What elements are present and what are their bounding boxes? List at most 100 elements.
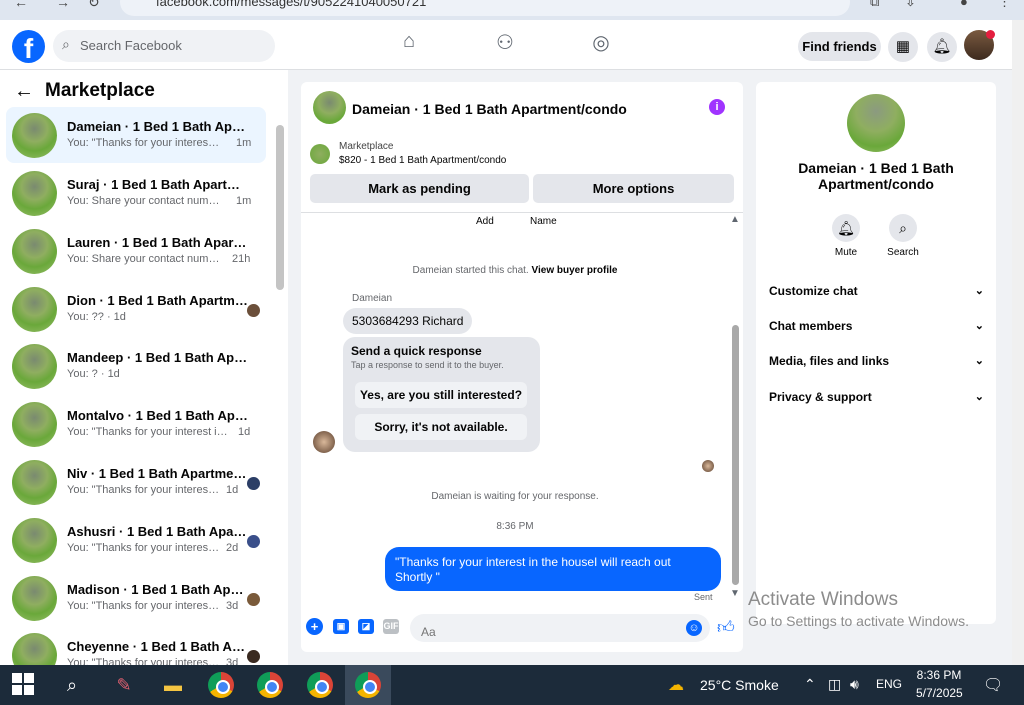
view-buyer-profile-link[interactable]: View buyer profile [532,265,618,276]
chat-name: Dion · 1 Bed 1 Bath Apartment/condo [67,293,249,308]
photo-icon[interactable]: ▣ [333,619,349,634]
weather-icon[interactable]: ☁ [668,675,684,695]
search-icon: ⌕ [62,36,70,52]
conversation-scrollbar[interactable] [732,325,739,585]
tray-chevron-up-icon[interactable]: ⌃ [804,676,816,693]
scroll-up-icon[interactable]: ▲ [730,214,740,225]
back-icon[interactable]: ← [14,0,28,10]
emoji-icon[interactable]: ☺ [686,620,702,636]
thumbs-up-icon[interactable]: 👍︎ [717,617,735,638]
page-scrollbar[interactable] [1012,20,1024,665]
chevron-down-icon: ⌄ [974,320,984,332]
waiting-notice: Dameian is waiting for your response. [431,491,599,502]
chat-time: 1m [236,195,252,207]
menu-grid-icon[interactable]: ▦ [888,32,918,62]
home-icon[interactable]: ⌂ [394,30,424,60]
profile-icon[interactable]: ● [960,0,968,9]
outgoing-message: "Thanks for your interest in the houseI … [385,547,721,591]
seen-avatar [247,477,260,490]
chat-list-item[interactable]: Mandeep · 1 Bed 1 Bath Apartment/condo Y… [6,338,266,394]
chat-list-item[interactable]: Suraj · 1 Bed 1 Bath Apartment/condo You… [6,165,266,221]
chat-list-scrollbar[interactable] [276,125,284,290]
clock-time[interactable]: 8:36 PM [916,668,962,682]
find-friends-button[interactable]: Find friends [798,32,881,61]
chrome-icon[interactable] [355,672,381,698]
privacy-support-row[interactable]: Privacy & support ⌄ [769,390,984,410]
message-timestamp: 8:36 PM [496,521,534,532]
listing-thumbnail [12,518,57,563]
mute-bell-icon[interactable]: 🔔︎ [832,214,860,242]
chrome-icon[interactable] [307,672,333,698]
facebook-logo-icon[interactable]: f [12,30,45,64]
customize-chat-row[interactable]: Customize chat ⌄ [769,284,984,304]
listing-thumbnail [12,287,57,332]
windows-taskbar [0,665,1024,705]
quick-reply-unavailable-button[interactable]: Sorry, it's not available. [355,414,527,440]
chat-name: Ashusri · 1 Bed 1 Bath Apartment/condo [67,524,249,539]
listing-photo[interactable] [847,94,905,152]
message-input[interactable] [410,614,710,642]
weather-text[interactable]: 25°C Smoke [700,677,779,693]
search-placeholder: Search Facebook [80,38,182,53]
file-explorer-icon[interactable]: ▬ [158,670,188,700]
quick-reply-interested-button[interactable]: Yes, are you still interested? [355,382,527,408]
clock-date[interactable]: 5/7/2025 [916,686,963,700]
more-options-button[interactable]: More options [533,174,734,203]
menu-icon[interactable]: ⋮ [998,0,1011,10]
chat-preview: You: Share your contact number ... [67,253,222,265]
back-arrow-icon[interactable]: ← [14,80,34,103]
chat-list-item[interactable]: Cheyenne · 1 Bed 1 Bath Apartment/condo … [6,627,266,665]
mark-pending-button[interactable]: Mark as pending [310,174,529,203]
chat-list-item[interactable]: Ashusri · 1 Bed 1 Bath Apartment/condo Y… [6,512,266,568]
chat-preview: You: ? · 1d [67,368,120,380]
address-bar[interactable]: facebook.com/messages/t/9052241040050721 [120,0,850,16]
chrome-icon[interactable] [208,672,234,698]
message-composer: + ▣ ◪ GIF ☺ 👍︎ [301,610,743,650]
listing-thumbnail [310,144,330,164]
conversation-panel: Dameian · 1 Bed 1 Bath Apartment/condo i… [301,82,743,652]
chat-name: Suraj · 1 Bed 1 Bath Apartment/condo [67,177,249,192]
sticker-icon[interactable]: ◪ [358,619,374,634]
extensions-icon[interactable]: ⧉ [870,0,879,10]
sender-avatar[interactable] [313,431,335,453]
listing-thumbnail [12,402,57,447]
scroll-down-icon[interactable]: ▼ [730,588,740,599]
add-icon[interactable]: + [306,618,323,635]
chat-list-item[interactable]: Dameian · 1 Bed 1 Bath Apartment/condo Y… [6,107,266,163]
info-icon[interactable]: i [709,99,725,115]
chrome-icon[interactable] [257,672,283,698]
meet-now-icon[interactable]: ◫ [828,676,841,693]
chat-list-item[interactable]: Lauren · 1 Bed 1 Bath Apartment/condo Yo… [6,223,266,279]
media-files-links-row[interactable]: Media, files and links ⌄ [769,354,984,374]
listing-price[interactable]: $820 - 1 Bed 1 Bath Apartment/condo [339,155,506,166]
started-text: Dameian started this chat. [412,265,529,276]
chat-preview: You: "Thanks for your interest in t... [67,137,222,149]
taskbar-search-icon[interactable]: ⌕ [57,670,87,700]
reload-icon[interactable]: ↻ [88,0,100,11]
chat-list-item[interactable]: Dion · 1 Bed 1 Bath Apartment/condo You:… [6,281,266,337]
friends-icon[interactable]: ⚇ [490,30,520,60]
chat-time: 3d [226,657,239,665]
gif-icon[interactable]: GIF [383,619,399,634]
forward-icon[interactable]: → [56,0,70,10]
chat-list-item[interactable]: Madison · 1 Bed 1 Bath Apartment/condo Y… [6,570,266,626]
windows-start-icon[interactable] [12,673,34,695]
chat-preview: You: Share your contact number a... [67,195,222,207]
conversation-thumbnail[interactable] [313,91,346,124]
chat-members-row[interactable]: Chat members ⌄ [769,319,984,339]
groups-icon[interactable]: ◎ [586,30,616,60]
notifications-icon[interactable]: 🔔︎ [927,32,957,62]
listing-thumbnail [12,576,57,621]
language-indicator[interactable]: ENG [876,677,902,691]
chat-list-item[interactable]: Montalvo · 1 Bed 1 Bath Apartment/condo … [6,396,266,452]
chat-list-item[interactable]: Niv · 1 Bed 1 Bath Apartment/condo You: … [6,454,266,510]
chat-started-notice: Dameian started this chat. View buyer pr… [301,265,729,276]
notification-center-icon[interactable]: 🗨︎ [983,675,1003,695]
search-icon[interactable]: ⌕ [889,214,917,242]
volume-icon[interactable]: 🔊︎ [850,676,859,693]
search-input[interactable]: ⌕ Search Facebook [53,30,275,62]
paint-app-icon[interactable]: ✎ [109,670,139,700]
conversation-title[interactable]: Dameian · 1 Bed 1 Bath Apartment/condo [352,101,627,117]
downloads-icon[interactable]: ⇩ [905,0,916,10]
listing-thumbnail [12,229,57,274]
